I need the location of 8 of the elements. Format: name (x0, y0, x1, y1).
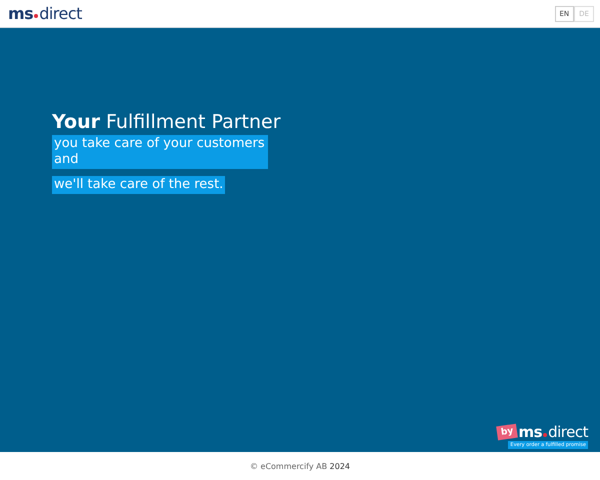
logo[interactable]: ms direct (8, 4, 82, 23)
badge-prefix: by (496, 424, 518, 440)
tagline-text: we'll take care of the rest. (52, 176, 226, 194)
headline: Your Fulfillment Partner (52, 111, 282, 133)
badge-logo: ms direct (518, 423, 588, 441)
copyright-text: © eCommercify AB 2024 (250, 462, 350, 470)
tagline-text: you take care of your customers and (52, 135, 268, 169)
dot-icon (34, 14, 38, 18)
